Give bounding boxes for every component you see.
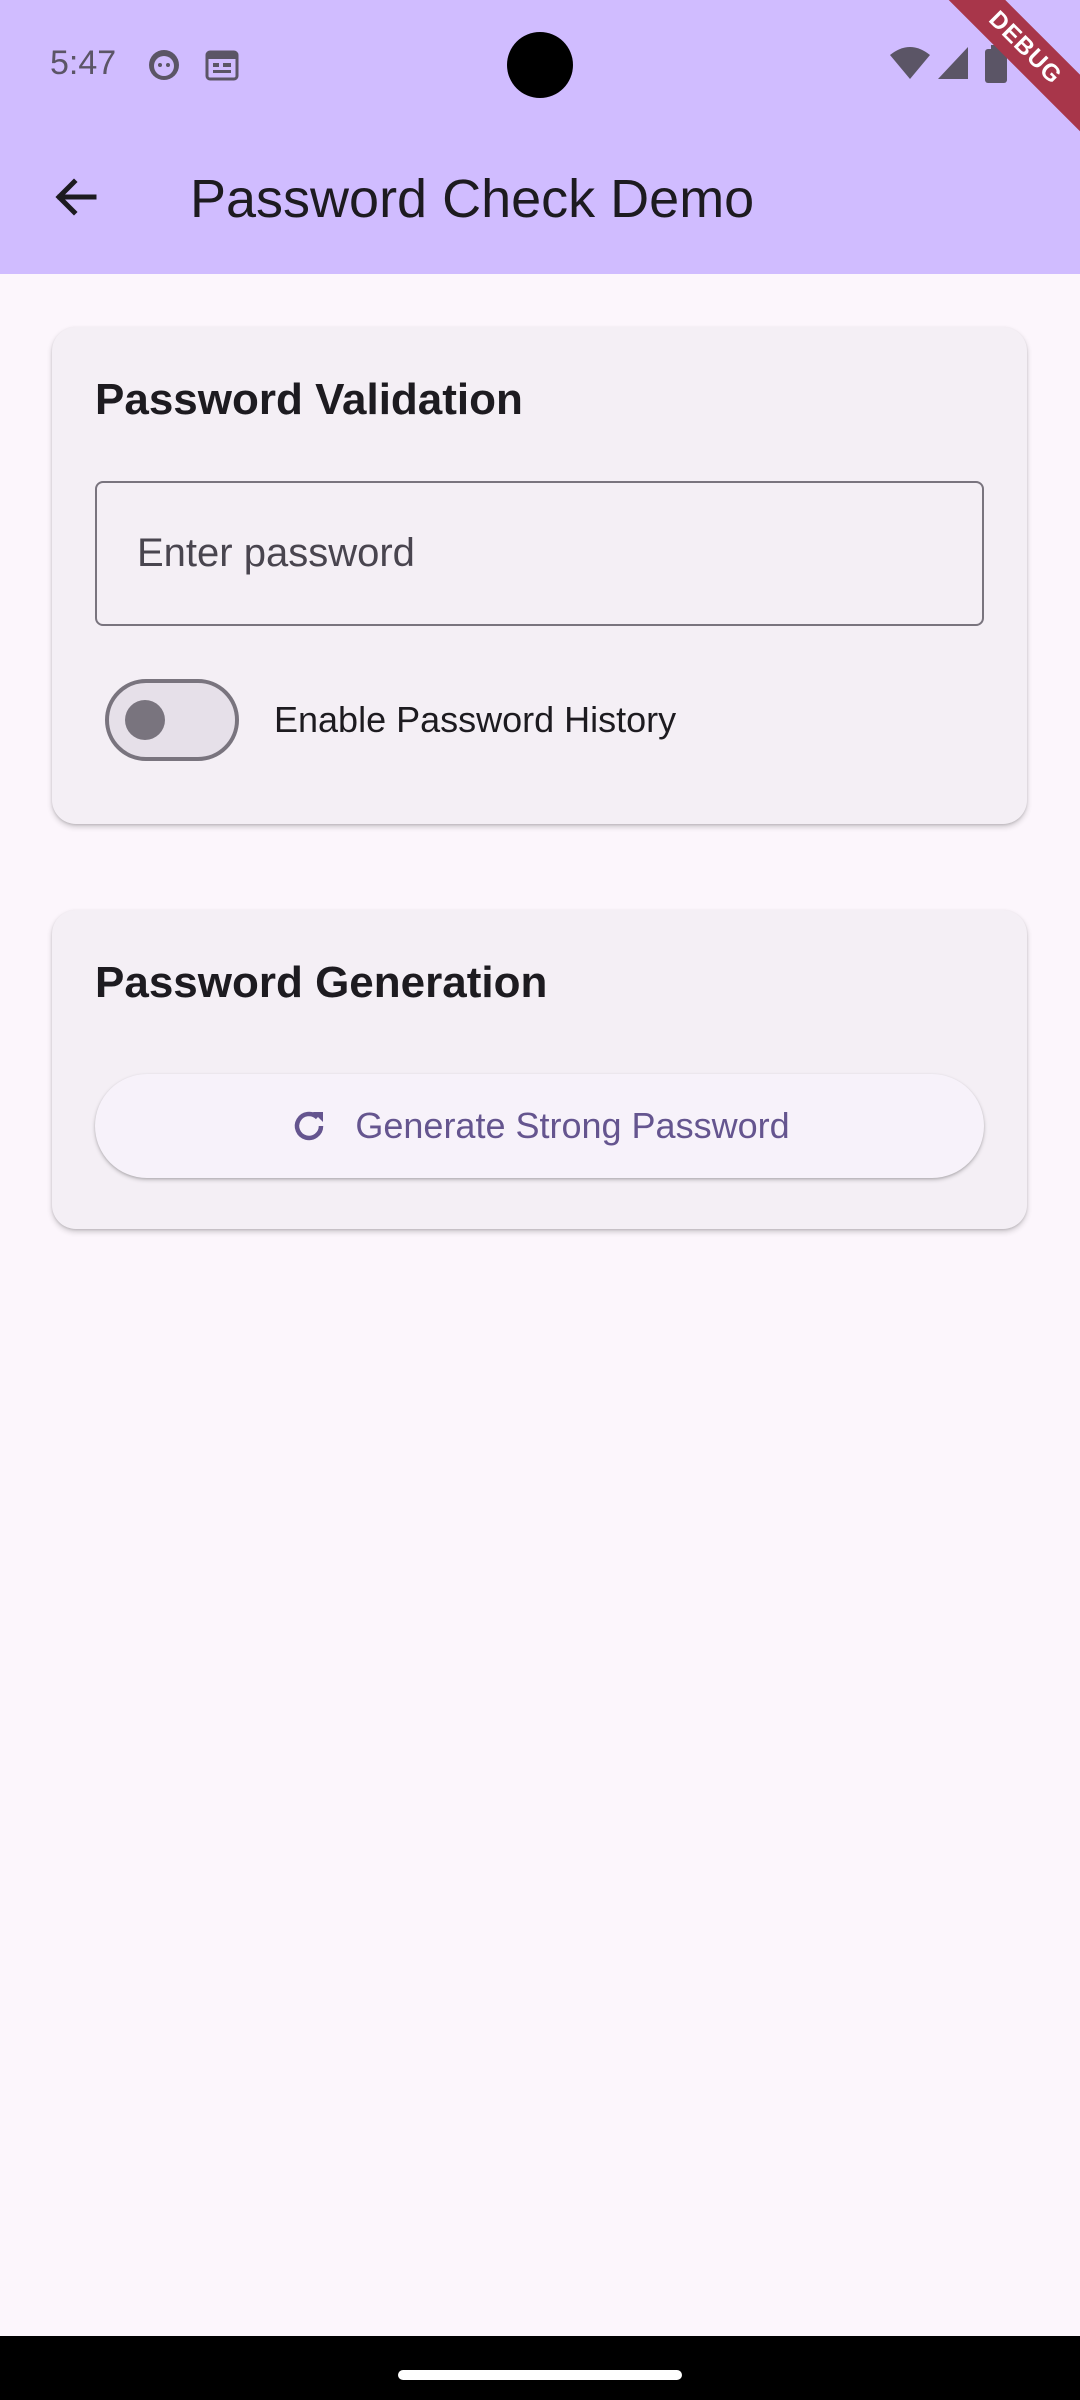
password-validation-card: Password Validation Enable Password Hist… xyxy=(52,327,1027,824)
arrow-back-icon xyxy=(52,174,98,225)
calendar-icon xyxy=(204,47,240,88)
system-nav-bar xyxy=(0,2336,1080,2400)
status-time: 5:47 xyxy=(50,44,117,82)
password-history-label: Enable Password History xyxy=(274,699,677,740)
app-bar: 5:47 Password Check Demo xyxy=(0,0,1080,274)
cellular-signal-icon xyxy=(936,45,970,86)
refresh-icon xyxy=(289,1106,329,1146)
camera-cutout xyxy=(507,32,573,98)
wifi-icon xyxy=(888,45,932,86)
password-validation-title: Password Validation xyxy=(95,375,523,424)
toggle-thumb xyxy=(125,700,165,740)
page-title: Password Check Demo xyxy=(190,169,755,229)
back-button[interactable] xyxy=(40,164,110,234)
generate-password-label: Generate Strong Password xyxy=(355,1105,790,1146)
password-generation-card: Password Generation Generate Strong Pass… xyxy=(52,910,1027,1229)
home-gesture-handle[interactable] xyxy=(398,2370,682,2380)
cat-face-icon xyxy=(146,47,182,88)
password-history-toggle[interactable] xyxy=(105,679,239,761)
generate-password-button[interactable]: Generate Strong Password xyxy=(95,1074,984,1178)
password-input[interactable] xyxy=(95,481,984,626)
password-generation-title: Password Generation xyxy=(95,958,548,1007)
